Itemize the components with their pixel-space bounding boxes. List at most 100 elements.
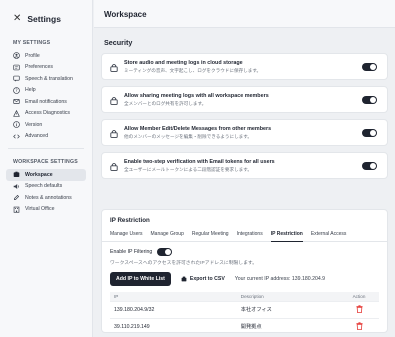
speech-defaults-icon <box>13 183 20 190</box>
export-csv-button[interactable]: Export to CSV <box>181 276 225 282</box>
setting-title: Enable two-step verification with Email … <box>124 159 275 165</box>
action-cell <box>339 317 379 335</box>
setting-title: Allow Member Edit/Delete Messages from o… <box>124 126 272 132</box>
diagnostics-icon <box>13 109 20 117</box>
sidebar-item-label: Profile <box>25 52 40 59</box>
workspace-settings-heading: WORKSPACE SETTINGS <box>13 159 78 165</box>
sidebar-item-label: Preferences <box>25 64 53 71</box>
ip-filter-description: ワークスペースへのアクセスを許可されたIPアドレスに制限します。 <box>110 261 258 266</box>
trash-icon[interactable] <box>355 322 363 330</box>
sidebar-item-version[interactable]: Version <box>0 119 92 131</box>
ip-actions: Add IP to White List Export to CSV Your … <box>102 266 387 286</box>
sidebar-item-email-notifications[interactable]: Email notifications <box>0 96 92 108</box>
sidebar-item-preferences[interactable]: Preferences <box>0 62 92 74</box>
current-ip-text: Your current IP address: 139.180.204.9 <box>234 276 326 282</box>
sidebar-item-label: Virtual Office <box>25 206 55 213</box>
column-header-action: Action <box>339 292 379 301</box>
trash-icon[interactable] <box>355 304 363 313</box>
tab-external-access[interactable]: External Access <box>311 230 347 242</box>
ip-cell: 39.110.219.149 <box>110 317 237 335</box>
sidebar-item-label: Version <box>25 121 43 128</box>
lock-icon <box>110 162 118 171</box>
main-content: Workspace Security Store audio and meeti… <box>94 0 395 337</box>
sidebar-header: ✕ Settings <box>0 0 92 34</box>
action-cell <box>339 300 379 318</box>
setting-subtitle: 他のメンバーのメッセージを編集・削除できるようにします。 <box>124 134 252 139</box>
sidebar-item-profile[interactable]: Profile <box>0 50 92 62</box>
notes-icon <box>13 194 20 201</box>
setting-subtitle: 全ユーザーにメールトークンによる二段階認証を要求します。 <box>124 167 252 172</box>
ip-restriction-panel: IP Restriction Manage Users Manage Group… <box>101 209 388 335</box>
security-setting-cloud-storage: Store audio and meeting logs in cloud st… <box>101 53 388 80</box>
setting-title: Allow sharing meeting logs with all work… <box>124 93 269 99</box>
column-header-description: Description <box>236 292 339 301</box>
security-setting-two-step: Enable two-step verification with Email … <box>101 152 388 179</box>
sidebar: ✕ Settings MY SETTINGS Profile Preferenc… <box>0 0 93 337</box>
tab-integrations[interactable]: Integrations <box>237 230 263 242</box>
security-heading: Security <box>104 38 133 47</box>
workspace-icon <box>13 171 20 178</box>
help-icon: ? <box>13 86 20 94</box>
tab-manage-users[interactable]: Manage Users <box>110 230 143 242</box>
sidebar-item-label: Advanced <box>25 133 49 140</box>
security-setting-edit-messages: Allow Member Edit/Delete Messages from o… <box>101 119 388 146</box>
sidebar-item-label: Access Diagnostics <box>25 110 70 117</box>
cloud-storage-toggle[interactable] <box>362 63 377 71</box>
export-icon <box>181 276 187 282</box>
description-cell: 開発拠点 <box>236 317 339 335</box>
share-logs-toggle[interactable] <box>362 96 377 104</box>
ip-cell: 139.180.204.9/32 <box>110 300 237 318</box>
table-row: 139.180.204.9/32 本社オフィス <box>110 300 379 318</box>
mail-icon <box>13 98 20 105</box>
sidebar-item-label: Notes & annotations <box>25 194 72 201</box>
sliders-icon <box>13 64 20 71</box>
ip-filter-toggle[interactable] <box>157 248 173 256</box>
ip-filter-row: Enable IP Filtering <box>102 242 387 256</box>
sidebar-item-label: Workspace <box>25 171 53 178</box>
tab-ip-restriction[interactable]: IP Restriction <box>270 230 303 242</box>
security-setting-share-logs: Allow sharing meeting logs with all work… <box>101 86 388 113</box>
column-header-ip: IP <box>110 292 237 301</box>
tab-regular-meeting[interactable]: Regular Meeting <box>192 230 229 242</box>
setting-title: Store audio and meeting logs in cloud st… <box>124 60 243 66</box>
sidebar-item-workspace[interactable]: Workspace <box>6 169 86 181</box>
description-cell: 本社オフィス <box>236 300 339 318</box>
sidebar-item-speech-defaults[interactable]: Speech defaults <box>0 181 92 193</box>
ip-restriction-heading: IP Restriction <box>110 217 150 224</box>
close-icon[interactable]: ✕ <box>13 13 21 24</box>
sidebar-item-help[interactable]: ? Help <box>0 85 92 97</box>
sidebar-item-label: Speech & translation <box>25 75 73 82</box>
sidebar-divider <box>8 148 84 149</box>
my-settings-heading: MY SETTINGS <box>13 40 51 46</box>
sidebar-item-label: Help <box>25 87 36 94</box>
lock-icon <box>110 63 118 72</box>
svg-text:?: ? <box>15 88 17 93</box>
setting-subtitle: 全メンバーとのログ共有を許可します。 <box>124 101 207 106</box>
ip-filter-label: Enable IP Filtering <box>110 249 153 255</box>
sidebar-item-notes-annotations[interactable]: Notes & annotations <box>0 192 92 204</box>
sidebar-item-access-diagnostics[interactable]: Access Diagnostics <box>0 108 92 120</box>
sidebar-item-label: Email notifications <box>25 98 67 105</box>
edit-messages-toggle[interactable] <box>362 129 377 137</box>
export-csv-label: Export to CSV <box>189 276 225 282</box>
sidebar-item-speech-translation[interactable]: Speech & translation <box>0 73 92 85</box>
setting-subtitle: ミーティングの音声、文字起こし、ログをクラウドに保存します。 <box>124 68 262 73</box>
office-icon <box>13 206 20 213</box>
ip-whitelist-table: IP Description Action 139.180.204.9/32 本… <box>110 292 379 335</box>
sidebar-item-virtual-office[interactable]: Virtual Office <box>0 204 92 216</box>
two-step-toggle[interactable] <box>362 162 377 170</box>
user-icon <box>13 52 20 60</box>
lock-icon <box>110 96 118 105</box>
info-icon <box>13 121 20 129</box>
tab-manage-group[interactable]: Manage Group <box>151 230 184 242</box>
speech-icon <box>13 75 20 82</box>
sidebar-title: Settings <box>27 13 61 24</box>
table-row: 39.110.219.149 開発拠点 <box>110 317 379 335</box>
lock-icon <box>110 129 118 138</box>
add-ip-button[interactable]: Add IP to White List <box>110 272 171 286</box>
admin-tabs: Manage Users Manage Group Regular Meetin… <box>102 230 387 242</box>
sidebar-item-label: Speech defaults <box>25 183 63 190</box>
code-icon <box>13 133 20 140</box>
page-title: Workspace <box>94 0 395 28</box>
sidebar-item-advanced[interactable]: Advanced <box>0 131 92 143</box>
